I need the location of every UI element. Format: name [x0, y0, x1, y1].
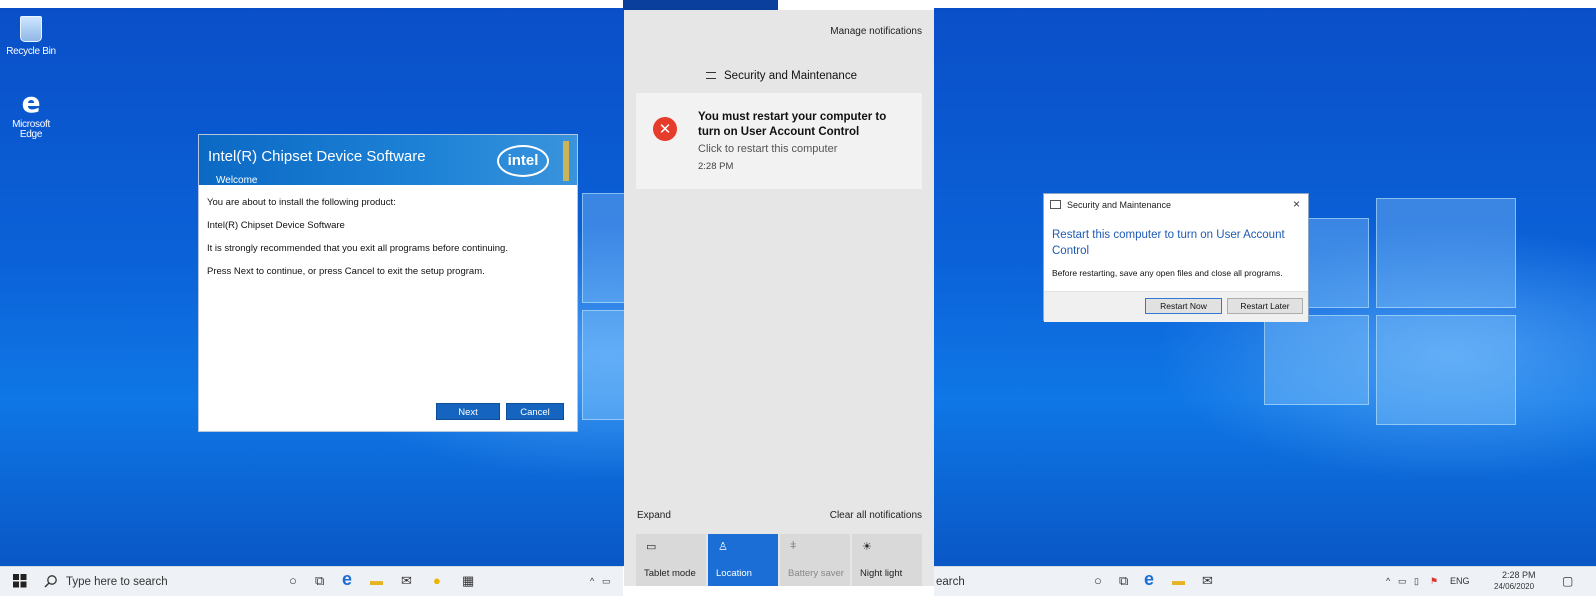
intel-stripe [563, 141, 569, 181]
taskbar-right: earch ○ ⧉ e ▬ ✉ ^ ▭ ▯ ⚑ ENG 2:28 PM 24/0… [934, 566, 1596, 596]
cancel-button[interactable]: Cancel [506, 403, 564, 420]
desktop-icon-edge[interactable]: e Microsoft Edge [6, 88, 56, 140]
action-center-panel: Manage notifications Security and Mainte… [624, 10, 934, 586]
top-gap [778, 0, 794, 10]
action-center-icon[interactable]: ▢ [1562, 574, 1573, 588]
mail-icon[interactable]: ✉ [1202, 573, 1213, 589]
file-explorer-icon[interactable]: ▬ [370, 573, 383, 588]
norton-icon[interactable]: ● [433, 573, 441, 588]
desktop-icon-recycle-bin[interactable]: Recycle Bin [6, 14, 56, 57]
cortana-icon[interactable]: ○ [1094, 573, 1102, 588]
expand-link[interactable]: Expand [637, 510, 671, 521]
tile-tablet-mode[interactable]: ▭ Tablet mode [636, 534, 706, 586]
error-icon: ✕ [653, 117, 677, 141]
next-button[interactable]: Next [436, 403, 500, 420]
recycle-bin-label: Recycle Bin [6, 46, 56, 57]
tile-label: Night light [860, 568, 903, 579]
notification-group-title: Security and Maintenance [706, 70, 857, 82]
security-maintenance-dialog: Security and Maintenance × Restart this … [1043, 193, 1309, 322]
file-explorer-icon[interactable]: ▬ [1172, 573, 1185, 588]
language-indicator[interactable]: ENG [1450, 576, 1470, 586]
location-icon: ♙ [718, 541, 728, 553]
intel-dialog-header: Intel(R) Chipset Device Software Welcome… [199, 135, 577, 186]
top-strip-left [0, 0, 623, 8]
intel-line-1: You are about to install the following p… [207, 197, 396, 208]
app-icon[interactable]: ▦ [462, 573, 474, 589]
tile-battery-saver[interactable]: ǂ Battery saver [780, 534, 850, 586]
sm-titlebar: Security and Maintenance × [1044, 194, 1308, 216]
speaker-icon[interactable]: ▯ [1414, 576, 1419, 587]
close-icon[interactable]: × [1293, 197, 1300, 211]
intel-line-2: Intel(R) Chipset Device Software [207, 220, 345, 231]
edge-icon: e [21, 86, 41, 119]
security-flag-icon[interactable]: ⚑ [1430, 576, 1438, 587]
manage-notifications-link[interactable]: Manage notifications [830, 26, 922, 37]
notification-time: 2:28 PM [698, 161, 734, 172]
notification-subtitle: Click to restart this computer [698, 143, 838, 155]
restart-later-button[interactable]: Restart Later [1227, 298, 1303, 314]
clear-all-notifications-link[interactable]: Clear all notifications [830, 510, 922, 521]
restart-now-button[interactable]: Restart Now [1145, 298, 1222, 314]
sun-icon: ☀ [862, 541, 872, 553]
tile-night-light[interactable]: ☀ Night light [852, 534, 922, 586]
top-strip-right [934, 0, 1596, 8]
start-icon[interactable] [13, 574, 27, 591]
cortana-icon[interactable]: ○ [289, 573, 297, 588]
clock-time[interactable]: 2:28 PM [1502, 570, 1536, 580]
intel-dialog-subtitle: Welcome [216, 175, 258, 186]
search-icon [44, 574, 58, 591]
notification-title: You must restart your computer to turn o… [698, 111, 887, 138]
tile-label: Tablet mode [644, 568, 696, 579]
network-icon[interactable]: ▭ [602, 576, 611, 587]
intel-installer-dialog: Intel(R) Chipset Device Software Welcome… [198, 134, 578, 432]
intel-line-3: It is strongly recommended that you exit… [207, 243, 508, 254]
task-view-icon[interactable]: ⧉ [315, 573, 324, 589]
clock-date[interactable]: 24/06/2020 [1494, 582, 1534, 591]
security-maintenance-icon [1050, 200, 1061, 209]
action-center-top-edge [623, 0, 778, 10]
notification-card[interactable]: ✕ You must restart your computer to turn… [636, 93, 922, 189]
taskbar-left: Type here to search ○ ⧉ e ▬ ✉ ● ▦ ^ ▭ [0, 566, 623, 596]
tile-label: Battery saver [788, 568, 844, 579]
tile-label: Location [716, 568, 752, 579]
taskbar-search-input[interactable]: Type here to search [66, 572, 296, 592]
edge-taskbar-icon[interactable]: e [1144, 569, 1154, 590]
intel-dialog-title: Intel(R) Chipset Device Software [208, 148, 426, 165]
intel-logo: intel [497, 145, 549, 177]
tile-location[interactable]: ♙ Location [708, 534, 778, 586]
sm-dialog-title: Security and Maintenance [1067, 200, 1172, 210]
edge-label: Microsoft Edge [12, 119, 50, 140]
task-view-icon[interactable]: ⧉ [1119, 573, 1128, 589]
intel-line-4: Press Next to continue, or press Cancel … [207, 266, 485, 277]
tablet-icon: ▭ [646, 541, 657, 553]
intel-dialog-body: You are about to install the following p… [199, 185, 577, 301]
mail-icon[interactable]: ✉ [401, 573, 412, 589]
sm-footer: Restart Now Restart Later [1044, 291, 1308, 322]
sm-heading: Restart this computer to turn on User Ac… [1052, 229, 1285, 257]
network-icon[interactable]: ▭ [1398, 576, 1407, 587]
edge-taskbar-icon[interactable]: e [342, 569, 352, 590]
recycle-bin-icon [20, 16, 42, 42]
tray-chevron-icon[interactable]: ^ [590, 576, 594, 586]
taskbar-search-fragment[interactable]: earch [936, 572, 1166, 592]
battery-icon: ǂ [790, 540, 797, 552]
sm-text: Before restarting, save any open files a… [1052, 268, 1283, 278]
group-lines-icon [706, 72, 716, 80]
tray-chevron-icon[interactable]: ^ [1386, 576, 1390, 586]
